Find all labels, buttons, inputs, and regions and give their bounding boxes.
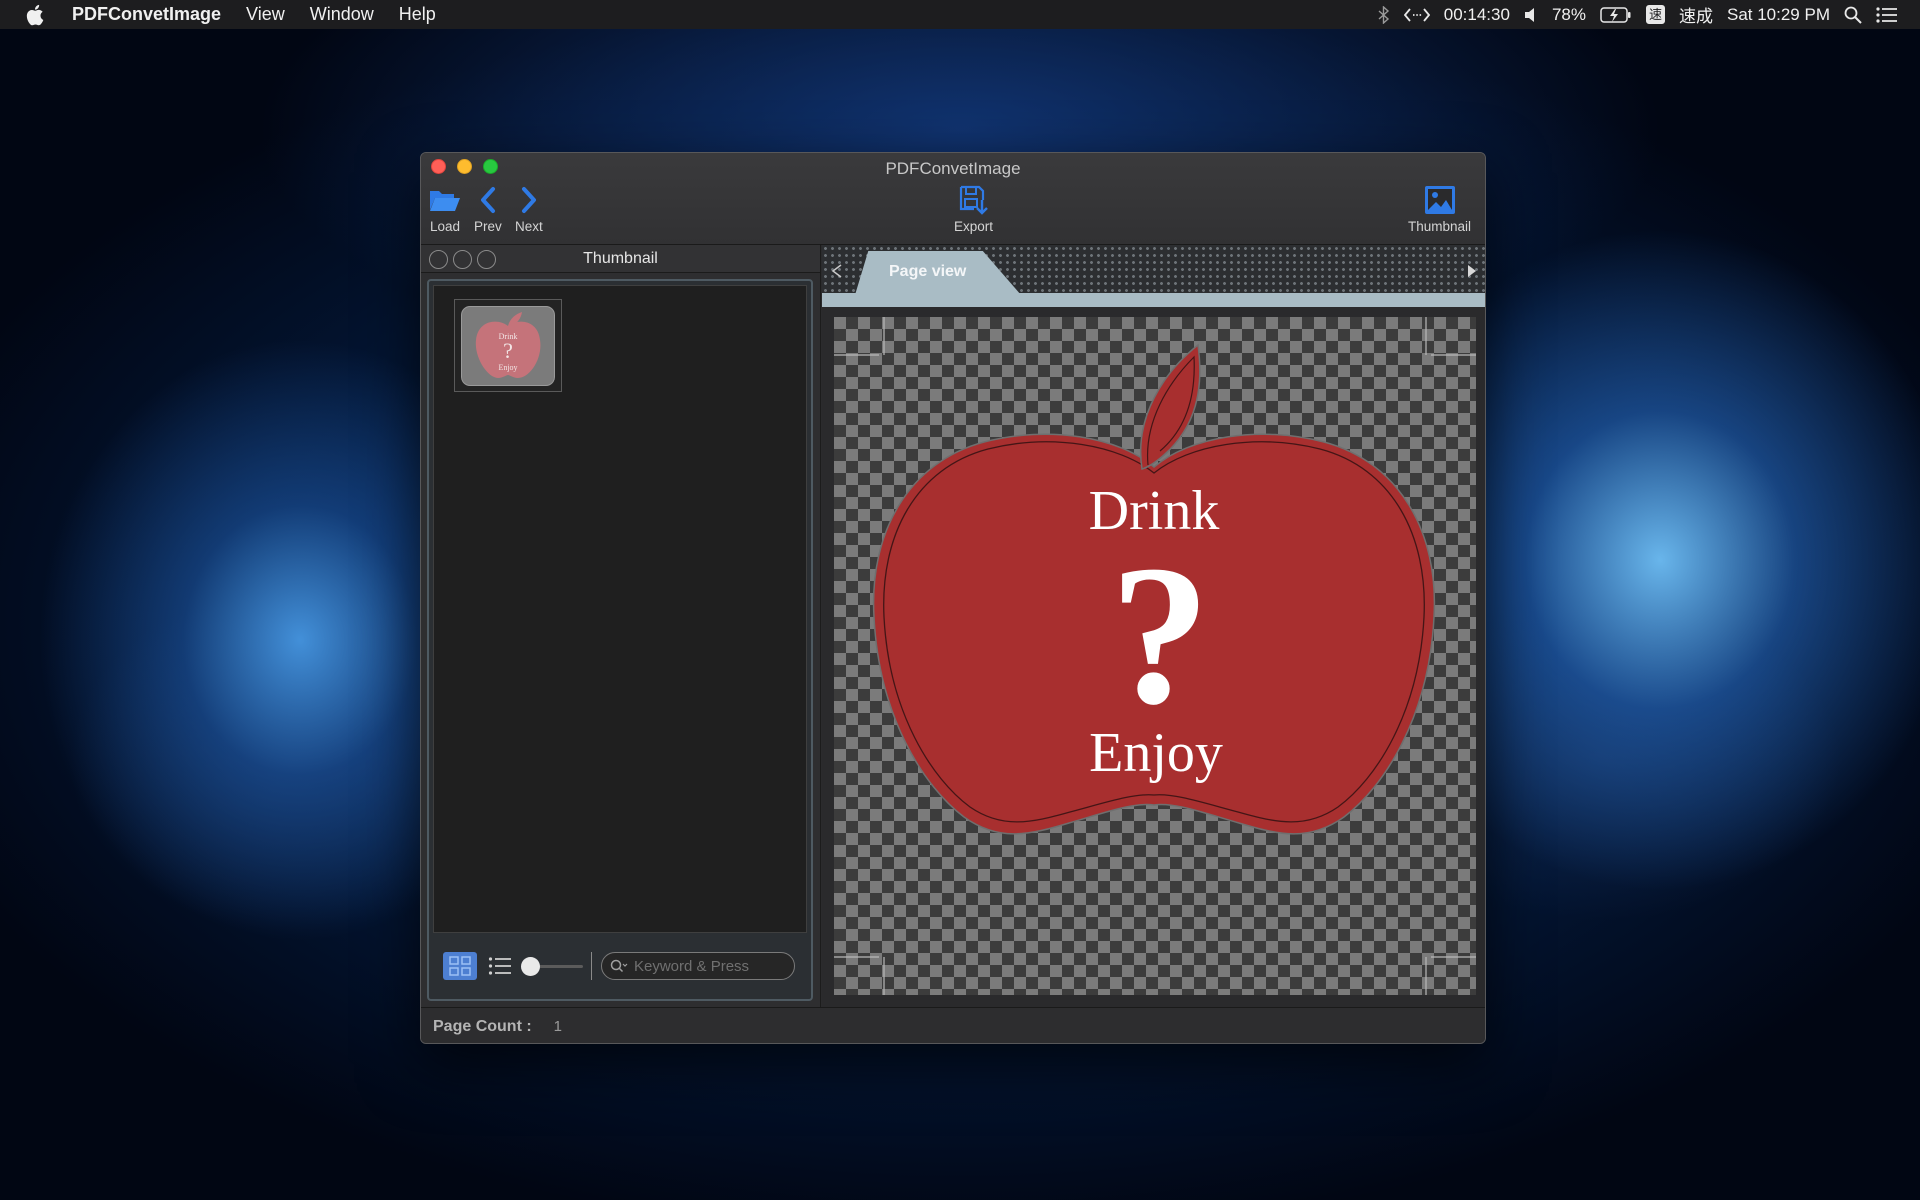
menu-view[interactable]: View [246, 4, 285, 25]
menubar-clock[interactable]: Sat 10:29 PM [1727, 5, 1830, 25]
thumb-text-bottom: Enjoy [498, 363, 517, 372]
prev-button[interactable]: Prev [474, 183, 502, 234]
tab-page-view-label: Page view [889, 263, 967, 280]
folder-open-icon [429, 183, 461, 217]
menu-window[interactable]: Window [310, 4, 374, 25]
page-view-tabbar: Page view [822, 245, 1485, 307]
page-view-panel: Page view Drink ? Enjoy [822, 245, 1485, 1007]
battery-charging-icon[interactable] [1600, 6, 1632, 24]
search-input[interactable] [634, 957, 784, 975]
page-text-bottom: Enjoy [1089, 722, 1223, 784]
thumbnail-image: Drink ? Enjoy [461, 305, 555, 386]
input-method-icon[interactable]: 速 [1645, 5, 1665, 24]
menu-bar: PDFConvetImage View Window Help 00:14:30… [0, 0, 1920, 29]
window-titlebar[interactable]: PDFConvetImage Load Prev Next Export Thu… [421, 153, 1485, 245]
grid-view-button[interactable] [443, 952, 477, 980]
chevron-left-icon [478, 183, 498, 217]
search-icon [610, 959, 628, 973]
app-window: PDFConvetImage Load Prev Next Export Thu… [420, 152, 1486, 1044]
list-view-button[interactable] [487, 952, 513, 980]
tab-scroll-left-icon[interactable] [828, 261, 846, 281]
page-canvas[interactable]: Drink ? Enjoy [834, 317, 1476, 995]
next-button[interactable]: Next [515, 183, 543, 234]
load-label: Load [429, 219, 461, 234]
prev-label: Prev [474, 219, 502, 234]
tab-scroll-right-icon[interactable] [1463, 261, 1481, 281]
export-save-icon [958, 183, 990, 217]
menu-app-name[interactable]: PDFConvetImage [72, 4, 221, 25]
notification-center-icon[interactable] [1876, 6, 1898, 23]
thumbnail-grid[interactable]: Drink ? Enjoy [433, 285, 807, 933]
thumbnail-toggle-button[interactable]: Thumbnail [1408, 183, 1471, 234]
thumbnail-panel: Thumbnail Drink ? Enjoy [421, 245, 821, 1007]
search-field[interactable] [601, 952, 795, 980]
page-render: Drink ? Enjoy [834, 317, 1476, 995]
list-view-icon [488, 957, 511, 975]
chevron-right-icon [519, 183, 539, 217]
tab-strip [822, 293, 1485, 307]
volume-icon[interactable] [1524, 7, 1538, 23]
menu-help[interactable]: Help [399, 4, 436, 25]
status-bar: Page Count : 1 [421, 1007, 1485, 1043]
thumbnail-browser: Drink ? Enjoy [427, 279, 813, 1001]
page-text-mark: ? [1110, 525, 1210, 746]
spotlight-search-icon[interactable] [1844, 6, 1862, 24]
export-label: Export [954, 219, 994, 234]
next-label: Next [515, 219, 543, 234]
load-button[interactable]: Load [429, 183, 461, 234]
bluetooth-icon[interactable] [1378, 5, 1390, 24]
thumbnail-item[interactable]: Drink ? Enjoy [454, 299, 562, 392]
thumbnail-panel-title: Thumbnail [583, 250, 658, 267]
thumb-text-mark: ? [503, 338, 513, 363]
slider-knob[interactable] [521, 957, 540, 976]
thumbnail-toggle-label: Thumbnail [1408, 219, 1472, 234]
image-icon [1424, 183, 1456, 217]
thumbnail-panel-header: Thumbnail [421, 245, 820, 273]
apple-menu-icon[interactable] [26, 4, 48, 26]
battery-percent: 78% [1551, 4, 1586, 24]
page-count-label: Page Count : [433, 1017, 532, 1035]
bottom-bar-divider [591, 952, 592, 980]
grid-view-icon [449, 956, 471, 976]
window-title: PDFConvetImage [885, 159, 1021, 178]
thumbnail-bottom-bar [433, 937, 807, 995]
input-method-label[interactable]: 速成 [1679, 2, 1713, 27]
page-count-value: 1 [553, 1018, 563, 1035]
remote-arrows-icon[interactable] [1403, 7, 1430, 23]
thumbnail-size-slider[interactable] [521, 956, 583, 976]
export-button[interactable]: Export [954, 183, 993, 234]
tab-page-view[interactable]: Page view [855, 251, 1021, 295]
timer-text[interactable]: 00:14:30 [1444, 5, 1510, 25]
